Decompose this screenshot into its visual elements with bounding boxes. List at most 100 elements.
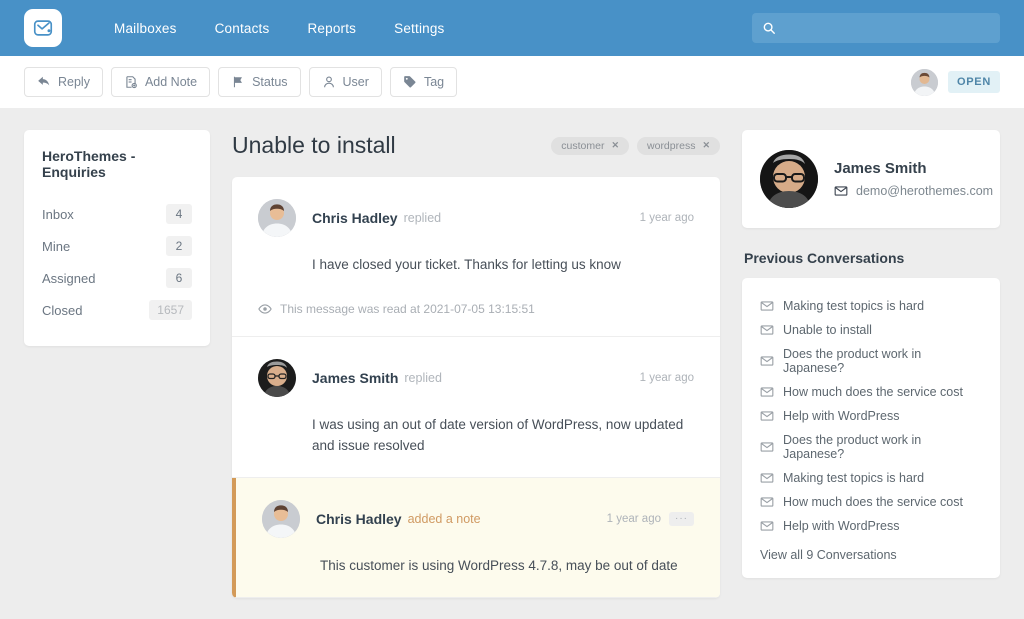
list-item-label: How much does the service cost — [783, 495, 963, 509]
sidebar-item-count: 6 — [166, 268, 192, 288]
message-author: Chris Hadley — [312, 210, 398, 226]
sidebar-item-label: Closed — [42, 302, 83, 318]
action-toolbar: Reply Add Note Status User Tag OPEN — [0, 56, 1024, 108]
sidebar-item-count: 1657 — [149, 300, 192, 320]
list-item-label: Help with WordPress — [783, 409, 900, 423]
message-time: 1 year ago — [639, 371, 694, 384]
message-action: replied — [403, 211, 442, 225]
message-body: I have closed your ticket. Thanks for le… — [312, 257, 621, 272]
page-title: Unable to install — [232, 132, 396, 158]
message-header: Chris Hadley added a note 1 year ago ··· — [262, 499, 694, 538]
sidebar-item-assigned[interactable]: Assigned 6 — [42, 262, 192, 294]
list-item-label: Help with WordPress — [783, 519, 900, 533]
top-navigation-bar: Mailboxes Contacts Reports Settings — [0, 0, 1024, 56]
status-badge[interactable]: OPEN — [948, 71, 1000, 93]
tag-chip-wordpress[interactable]: wordpress ✕ — [637, 136, 720, 155]
tag-chip-customer[interactable]: customer ✕ — [551, 136, 630, 155]
customer-avatar — [760, 150, 818, 208]
flag-icon — [231, 75, 245, 89]
eye-icon — [258, 302, 272, 316]
message-menu-button[interactable]: ··· — [669, 511, 694, 526]
tag-list: customer ✕ wordpress ✕ — [551, 136, 720, 155]
sidebar-item-closed[interactable]: Closed 1657 — [42, 294, 192, 326]
sidebar-item-label: Inbox — [42, 206, 74, 222]
envelope-icon — [760, 299, 774, 313]
sidebar-item-mine[interactable]: Mine 2 — [42, 230, 192, 262]
customer-email[interactable]: demo@herothemes.com — [856, 184, 993, 198]
view-all-conversations-link[interactable]: View all 9 Conversations — [760, 538, 982, 562]
add-note-button-label: Add Note — [144, 75, 198, 89]
toolbar-right-group: OPEN — [911, 56, 1000, 108]
add-note-button[interactable]: Add Note — [110, 67, 211, 97]
customer-sidebar: James Smith demo@herothemes.com Previous… — [742, 130, 1000, 619]
search-box[interactable] — [752, 13, 1000, 43]
previous-conversations-heading: Previous Conversations — [744, 250, 905, 266]
tag-chip-label: wordpress — [647, 139, 696, 152]
status-button[interactable]: Status — [218, 67, 301, 97]
list-item[interactable]: Help with WordPress — [760, 404, 982, 428]
sidebar-item-count: 2 — [166, 236, 192, 256]
reply-button-label: Reply — [58, 75, 90, 89]
app-logo[interactable] — [24, 9, 62, 47]
list-item[interactable]: Does the product work in Japanese? — [760, 428, 982, 466]
list-item-label: Unable to install — [783, 323, 872, 337]
list-item-label: Does the product work in Japanese? — [783, 347, 922, 375]
envelope-icon — [760, 409, 774, 423]
tag-remove-icon[interactable]: ✕ — [611, 140, 619, 151]
nav-link-mailboxes[interactable]: Mailboxes — [114, 21, 177, 36]
user-icon — [322, 75, 336, 89]
list-item-label: Does the product work in Japanese? — [783, 433, 922, 461]
customer-info: James Smith demo@herothemes.com — [834, 160, 993, 198]
message-read-text: This message was read at 2021-07-05 13:1… — [280, 301, 535, 316]
list-item[interactable]: Unable to install — [760, 318, 982, 342]
message-thread: Chris Hadley replied 1 year ago I have c… — [232, 177, 720, 598]
message-header: Chris Hadley replied 1 year ago — [258, 199, 694, 237]
list-item[interactable]: Help with WordPress — [760, 514, 982, 538]
envelope-check-icon — [32, 17, 54, 39]
list-item-label: How much does the service cost — [783, 385, 963, 399]
list-item-label: Making test topics is hard — [783, 299, 925, 313]
list-item[interactable]: Does the product work in Japanese? — [760, 342, 982, 380]
user-button-label: User — [342, 75, 369, 89]
search-icon — [762, 21, 776, 35]
tag-remove-icon[interactable]: ✕ — [702, 140, 710, 151]
message-body: This customer is using WordPress 4.7.8, … — [320, 557, 678, 573]
list-item[interactable]: Making test topics is hard — [760, 466, 982, 490]
status-button-label: Status — [252, 75, 288, 89]
message-author: Chris Hadley — [316, 510, 402, 527]
user-button[interactable]: User — [308, 67, 382, 97]
sidebar-item-count: 4 — [166, 204, 192, 224]
nav-link-settings[interactable]: Settings — [394, 21, 444, 36]
nav-link-reports[interactable]: Reports — [307, 21, 356, 36]
mailbox-title: HeroThemes - Enquiries — [42, 148, 136, 180]
envelope-icon — [760, 385, 774, 399]
customer-email-row: demo@herothemes.com — [834, 184, 993, 198]
envelope-icon — [760, 495, 774, 509]
nav-link-contacts[interactable]: Contacts — [215, 21, 270, 36]
search-input[interactable] — [784, 20, 990, 36]
list-item[interactable]: How much does the service cost — [760, 380, 982, 404]
message-read-receipt: This message was read at 2021-07-05 13:1… — [258, 302, 694, 316]
reply-button[interactable]: Reply — [24, 67, 103, 97]
envelope-icon — [760, 323, 774, 337]
list-item[interactable]: Making test topics is hard — [760, 294, 982, 318]
sidebar: HeroThemes - Enquiries Inbox 4 Mine 2 As… — [24, 130, 210, 619]
message-item-note: Chris Hadley added a note 1 year ago ···… — [232, 477, 720, 598]
sidebar-item-inbox[interactable]: Inbox 4 — [42, 198, 192, 230]
message-body: I was using an out of date version of Wo… — [312, 416, 684, 453]
message-action: replied — [404, 370, 442, 385]
envelope-icon — [760, 440, 774, 454]
conversation-header: Unable to install customer ✕ wordpress ✕ — [232, 130, 720, 159]
message-time: 1 year ago — [606, 512, 661, 525]
main-content: HeroThemes - Enquiries Inbox 4 Mine 2 As… — [0, 108, 1024, 619]
tag-chip-label: customer — [561, 139, 605, 152]
sidebar-item-label: Mine — [42, 238, 71, 254]
message-author: James Smith — [312, 369, 399, 386]
list-item[interactable]: How much does the service cost — [760, 490, 982, 514]
avatar — [258, 358, 296, 397]
reply-arrow-icon — [37, 75, 51, 89]
mailbox-card: HeroThemes - Enquiries Inbox 4 Mine 2 As… — [24, 130, 210, 346]
envelope-icon — [760, 471, 774, 485]
tag-button[interactable]: Tag — [389, 67, 458, 97]
assignee-avatar[interactable] — [911, 68, 939, 96]
